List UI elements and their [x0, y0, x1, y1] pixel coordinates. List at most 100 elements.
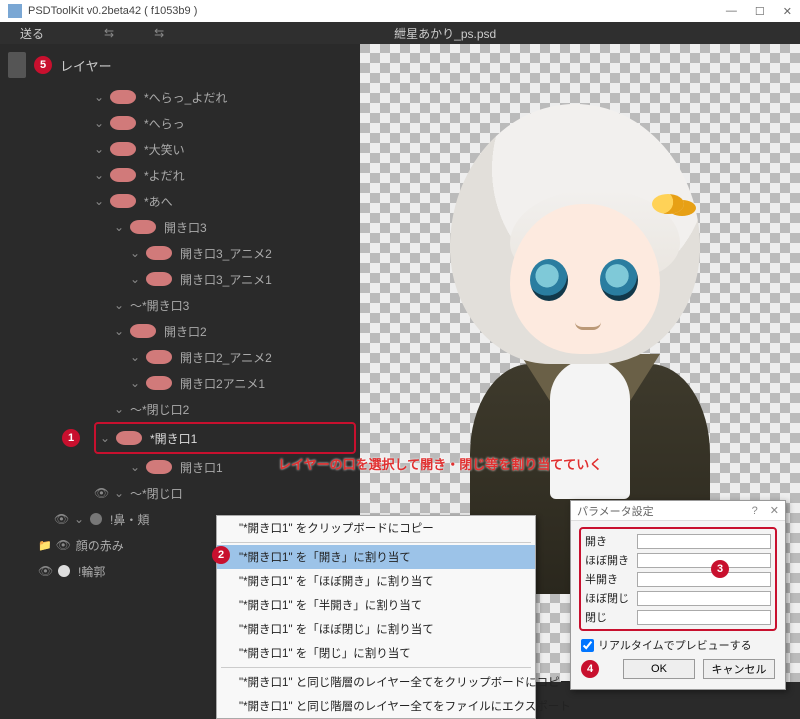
badge-4: 4	[581, 660, 599, 678]
layer-row[interactable]: ⌄開き口3_アニメ1	[94, 266, 356, 292]
eye-icon[interactable]: 👁	[54, 512, 68, 526]
dialog-title: パラメータ設定	[577, 503, 752, 519]
chevron-down-icon: ⌄	[130, 376, 144, 390]
layer-row[interactable]: ⌄*大笑い	[94, 136, 356, 162]
layer-thumb	[110, 194, 136, 208]
chevron-down-icon: ⌄	[114, 324, 128, 338]
param-input-almost-open[interactable]	[637, 553, 771, 568]
layer-row[interactable]: ⌄*へらっ_よだれ	[94, 84, 356, 110]
maximize-button[interactable]: ☐	[755, 5, 765, 18]
help-icon[interactable]: ?	[752, 505, 758, 517]
menu-item-assign-close[interactable]: "*開き口1" を「閉じ」に割り当て	[217, 641, 535, 665]
menu-item-copy-siblings[interactable]: "*開き口1" と同じ階層のレイヤー全てをクリップボードにコピー	[217, 670, 535, 694]
chevron-down-icon: ⌄	[94, 90, 108, 104]
menu-bar: 送る ⇆ ⇆ 紲星あかり_ps.psd	[0, 22, 800, 44]
layer-thumb	[146, 350, 172, 364]
param-input-open[interactable]	[637, 534, 771, 549]
document-filename: 紲星あかり_ps.psd	[394, 25, 496, 42]
chevron-down-icon: ⌄	[114, 402, 128, 416]
send-menu[interactable]: 送る	[20, 25, 44, 42]
layer-row[interactable]: 👁⌄〜*閉じ口	[94, 480, 356, 506]
ok-button[interactable]: OK	[623, 659, 695, 679]
badge-2: 2	[212, 546, 230, 564]
menu-item-export-siblings[interactable]: "*開き口1" と同じ階層のレイヤー全てをファイルにエクスポート	[217, 694, 535, 718]
layer-row[interactable]: ⌄*よだれ	[94, 162, 356, 188]
chevron-down-icon: ⌄	[130, 350, 144, 364]
parameter-grid: 3 開き ほぼ開き 半開き ほぼ閉じ 閉じ	[579, 527, 777, 631]
chevron-down-icon: ⌄	[100, 431, 114, 445]
chevron-down-icon: ⌄	[114, 298, 128, 312]
param-input-close[interactable]	[637, 610, 771, 625]
eye-icon[interactable]: 👁	[56, 538, 70, 552]
layer-panel-header: 5 レイヤー	[4, 50, 356, 80]
close-button[interactable]: ✕	[783, 5, 792, 18]
chevron-down-icon: ⌄	[94, 194, 108, 208]
chevron-down-icon: ⌄	[130, 272, 144, 286]
chevron-down-icon: ⌄	[94, 142, 108, 156]
layer-thumb	[130, 324, 156, 338]
layer-thumb	[116, 431, 142, 445]
context-menu: "*開き口1" をクリップボードにコピー 2 "*開き口1" を「開き」に割り当…	[216, 515, 536, 719]
layer-thumb	[146, 376, 172, 390]
param-label: 開き	[585, 533, 631, 549]
minimize-button[interactable]: —	[726, 5, 737, 18]
cancel-button[interactable]: キャンセル	[703, 659, 775, 679]
menu-item-copy[interactable]: "*開き口1" をクリップボードにコピー	[217, 516, 535, 540]
swap-left-icon[interactable]: ⇆	[104, 26, 114, 40]
title-bar: PSDToolKit v0.2beta42 ( f1053b9 ) — ☐ ✕	[0, 0, 800, 22]
eye-icon[interactable]: 👁	[38, 564, 52, 578]
preview-checkbox[interactable]: リアルタイムでプレビューする	[579, 631, 777, 657]
layer-thumb	[110, 168, 136, 182]
annotation-text: レイヤーの口を選択して開き・閉じ等を割り当てていく	[278, 454, 788, 473]
document-thumbnail[interactable]	[8, 52, 26, 78]
dialog-titlebar: パラメータ設定 ? ✕	[571, 501, 785, 521]
close-icon[interactable]: ✕	[770, 504, 779, 517]
layer-thumb	[130, 220, 156, 234]
menu-item-assign-almost-open[interactable]: "*開き口1" を「ほぼ開き」に割り当て	[217, 569, 535, 593]
chevron-down-icon: ⌄	[114, 220, 128, 234]
layer-thumb	[58, 565, 70, 577]
layer-row[interactable]: ⌄開き口2_アニメ2	[94, 344, 356, 370]
param-label: ほぼ開き	[585, 552, 631, 568]
character-preview	[410, 104, 740, 544]
menu-item-assign-almost-close[interactable]: "*開き口1" を「ほぼ閉じ」に割り当て	[217, 617, 535, 641]
layer-row[interactable]: ⌄〜*閉じ口2	[94, 396, 356, 422]
folder-icon[interactable]	[38, 538, 56, 552]
app-icon	[8, 4, 22, 18]
preview-checkbox-input[interactable]	[581, 639, 594, 652]
window-title: PSDToolKit v0.2beta42 ( f1053b9 )	[28, 5, 726, 17]
layer-row[interactable]: ⌄開き口2	[94, 318, 356, 344]
layer-thumb	[110, 90, 136, 104]
layer-thumb	[146, 272, 172, 286]
layer-row[interactable]: ⌄〜*開き口3	[94, 292, 356, 318]
layer-row[interactable]: ⌄開き口3	[94, 214, 356, 240]
layer-row[interactable]: ⌄*あへ	[94, 188, 356, 214]
chevron-down-icon: ⌄	[94, 168, 108, 182]
menu-item-assign-open[interactable]: 2 "*開き口1" を「開き」に割り当て	[217, 545, 535, 569]
chevron-down-icon: ⌄	[130, 460, 144, 474]
eye-icon[interactable]: 👁	[94, 486, 108, 500]
layer-row-selected[interactable]: 1 ⌄*開き口1	[94, 422, 356, 454]
param-label: 閉じ	[585, 609, 631, 625]
menu-item-assign-half[interactable]: "*開き口1" を「半開き」に割り当て	[217, 593, 535, 617]
chevron-down-icon: ⌄	[130, 246, 144, 260]
layer-list: ⌄*へらっ_よだれ ⌄*へらっ ⌄*大笑い ⌄*よだれ ⌄*あへ ⌄開き口3 ⌄…	[4, 80, 356, 584]
swap-right-icon[interactable]: ⇆	[154, 26, 164, 40]
layer-panel-title: レイヤー	[60, 56, 112, 75]
param-label: 半開き	[585, 571, 631, 587]
param-input-half[interactable]	[637, 572, 771, 587]
badge-5: 5	[34, 56, 52, 74]
layer-thumb	[146, 246, 172, 260]
layer-thumb	[90, 513, 102, 525]
param-input-almost-close[interactable]	[637, 591, 771, 606]
layer-row[interactable]: ⌄開き口2アニメ1	[94, 370, 356, 396]
layer-row[interactable]: ⌄開き口3_アニメ2	[94, 240, 356, 266]
layer-thumb	[110, 116, 136, 130]
chevron-down-icon: ⌄	[94, 116, 108, 130]
badge-1: 1	[62, 429, 80, 447]
layer-thumb	[146, 460, 172, 474]
layer-thumb	[110, 142, 136, 156]
preview-checkbox-label: リアルタイムでプレビューする	[598, 637, 752, 653]
layer-row[interactable]: ⌄*へらっ	[94, 110, 356, 136]
param-label: ほぼ閉じ	[585, 590, 631, 606]
